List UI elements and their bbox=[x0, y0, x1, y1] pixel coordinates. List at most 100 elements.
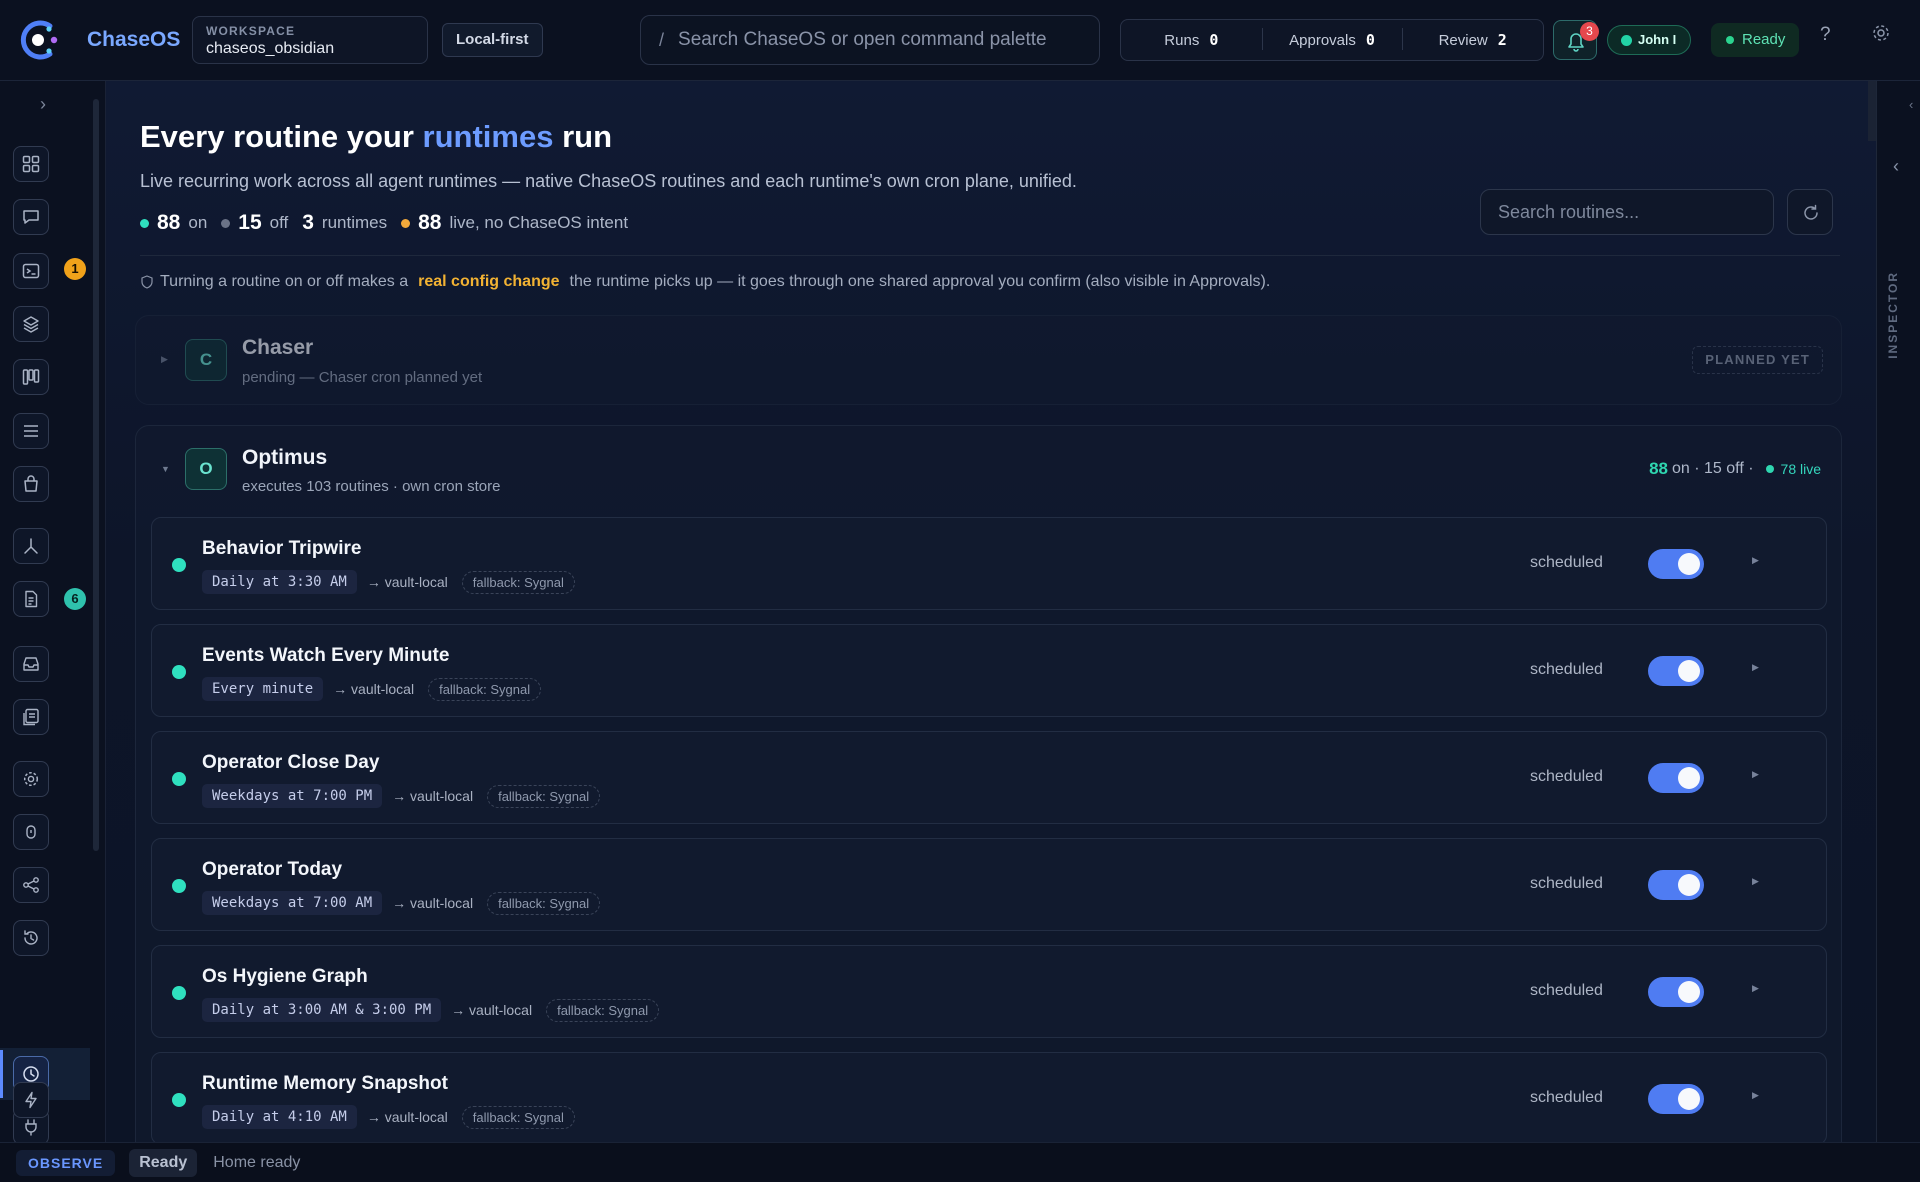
inbox-icon bbox=[23, 657, 39, 671]
chevron-right-icon[interactable]: ▶ bbox=[161, 354, 168, 365]
runtime-subtitle: executes 103 routines · own cron store bbox=[242, 478, 501, 495]
inspector-expand-icon[interactable]: ‹ bbox=[1893, 156, 1899, 177]
workspace-selector[interactable]: WORKSPACE chaseos_obsidian bbox=[192, 16, 428, 64]
routine-toggle[interactable] bbox=[1648, 656, 1704, 686]
header-divider bbox=[140, 255, 1840, 256]
chat-icon bbox=[23, 210, 39, 224]
layers-icon bbox=[23, 316, 39, 333]
lightning-icon bbox=[25, 1091, 37, 1109]
stat-off-count: 15 bbox=[238, 211, 262, 234]
on-dot-icon bbox=[140, 218, 149, 228]
help-icon[interactable]: ? bbox=[1820, 24, 1831, 46]
toggle-knob bbox=[1678, 981, 1700, 1003]
rail-dashboard[interactable] bbox=[13, 146, 49, 182]
routine-status-dot bbox=[172, 558, 186, 572]
rail-list[interactable] bbox=[13, 413, 49, 449]
user-menu[interactable]: John I bbox=[1607, 25, 1692, 55]
routine-name[interactable]: Operator Today bbox=[202, 859, 342, 881]
workspace-label: WORKSPACE bbox=[206, 24, 296, 38]
toggle-knob bbox=[1678, 767, 1700, 789]
rail-chat[interactable] bbox=[13, 199, 49, 235]
toggle-knob bbox=[1678, 660, 1700, 682]
rail-documents[interactable] bbox=[13, 581, 49, 617]
rail-board[interactable] bbox=[13, 359, 49, 395]
routine-name[interactable]: Operator Close Day bbox=[202, 752, 379, 774]
counter-runs[interactable]: Runs 0 bbox=[1121, 31, 1262, 49]
list-icon bbox=[24, 425, 38, 437]
rail-security[interactable] bbox=[13, 814, 49, 850]
routine-toggle[interactable] bbox=[1648, 977, 1704, 1007]
runtime-live-count: 78 live bbox=[1766, 461, 1821, 477]
rail-inbox[interactable] bbox=[13, 646, 49, 682]
command-search[interactable]: / Search ChaseOS or open command palette bbox=[640, 15, 1100, 65]
chaseos-logo-icon[interactable] bbox=[16, 16, 64, 64]
counter-approvals-value: 0 bbox=[1365, 31, 1375, 49]
routine-state: scheduled bbox=[1530, 768, 1603, 785]
counter-approvals[interactable]: Approvals 0 bbox=[1261, 28, 1403, 50]
mode-badge[interactable]: OBSERVE bbox=[16, 1149, 116, 1176]
stat-off-label: off bbox=[269, 213, 289, 232]
rail-settings[interactable] bbox=[13, 761, 49, 797]
routine-fallback: fallback: Sygnal bbox=[487, 891, 601, 915]
chevron-right-icon[interactable]: ▶ bbox=[1752, 555, 1759, 566]
routine-name[interactable]: Os Hygiene Graph bbox=[202, 966, 368, 988]
rail-terminal[interactable] bbox=[13, 253, 49, 289]
rail-layers[interactable] bbox=[13, 306, 49, 342]
routine-toggle[interactable] bbox=[1648, 763, 1704, 793]
rail-documents-badge: 6 bbox=[64, 588, 86, 610]
routine-name[interactable]: Runtime Memory Snapshot bbox=[202, 1073, 448, 1095]
rail-notes[interactable] bbox=[13, 699, 49, 735]
runtime-subtitle: pending — Chaser cron planned yet bbox=[242, 369, 483, 386]
routine-name[interactable]: Behavior Tripwire bbox=[202, 538, 361, 560]
routine-row[interactable]: Operator Today Weekdays at 7:00 AM → vault… bbox=[151, 838, 1827, 931]
routine-row[interactable]: Operator Close Day Weekdays at 7:00 PM → v… bbox=[151, 731, 1827, 824]
routine-status-dot bbox=[172, 665, 186, 679]
rail-automations[interactable] bbox=[13, 1082, 49, 1118]
main-scrollbar[interactable] bbox=[1868, 81, 1876, 141]
cog-icon bbox=[23, 771, 39, 787]
local-first-badge[interactable]: Local-first bbox=[442, 23, 543, 57]
routine-toggle[interactable] bbox=[1648, 870, 1704, 900]
rail-scrollbar[interactable] bbox=[93, 99, 99, 851]
toggle-knob bbox=[1678, 553, 1700, 575]
routine-stats: 88 on 15 off 3 runtimes 88 live, no ChaseOS … bbox=[140, 211, 642, 235]
refresh-button[interactable] bbox=[1787, 189, 1833, 235]
fork-icon bbox=[24, 538, 38, 554]
rail-share[interactable] bbox=[13, 867, 49, 903]
history-icon bbox=[24, 930, 38, 945]
rail-history[interactable] bbox=[13, 920, 49, 956]
routine-row[interactable]: Events Watch Every Minute Every minute → v… bbox=[151, 624, 1827, 717]
routine-meta: Daily at 4:10 AM → vault-local fallback: S… bbox=[202, 1105, 575, 1129]
chevron-down-icon[interactable]: ▼ bbox=[161, 464, 170, 474]
runtime-card-chaser[interactable]: ▶ C Chaser pending — Chaser cron planned… bbox=[135, 315, 1842, 405]
routine-row[interactable]: Behavior Tripwire Daily at 3:30 AM → vault… bbox=[151, 517, 1827, 610]
counter-review[interactable]: Review 2 bbox=[1402, 28, 1543, 50]
routine-toggle[interactable] bbox=[1648, 1084, 1704, 1114]
chevron-right-icon[interactable]: ▶ bbox=[1752, 983, 1759, 994]
routine-row[interactable]: Os Hygiene Graph Daily at 3:00 AM & 3:00 … bbox=[151, 945, 1827, 1038]
settings-gear-icon[interactable] bbox=[1870, 22, 1892, 44]
kanban-icon bbox=[22, 369, 40, 385]
rail-expand-icon[interactable]: › bbox=[40, 94, 46, 115]
chevron-right-icon[interactable]: ▶ bbox=[1752, 1090, 1759, 1101]
collapse-edge-icon[interactable]: ‹ bbox=[1909, 97, 1913, 112]
off-dot-icon bbox=[221, 218, 231, 228]
notes-icon bbox=[23, 708, 39, 726]
routines-page: Every routine your runtimes run Live rec… bbox=[106, 81, 1876, 1142]
routine-row[interactable]: Runtime Memory Snapshot Daily at 4:10 AM →… bbox=[151, 1052, 1827, 1142]
routine-name[interactable]: Events Watch Every Minute bbox=[202, 645, 449, 667]
routine-state: scheduled bbox=[1530, 554, 1603, 571]
chevron-right-icon[interactable]: ▶ bbox=[1752, 662, 1759, 673]
chevron-right-icon[interactable]: ▶ bbox=[1752, 876, 1759, 887]
rail-branches[interactable] bbox=[13, 528, 49, 564]
notice-highlight: real config change bbox=[418, 273, 560, 290]
runtime-name[interactable]: Optimus bbox=[242, 446, 327, 470]
routine-search-input[interactable] bbox=[1480, 189, 1774, 235]
document-icon bbox=[25, 590, 38, 608]
brand-name: ChaseOS bbox=[87, 28, 181, 51]
routine-toggle[interactable] bbox=[1648, 549, 1704, 579]
rail-shop[interactable] bbox=[13, 466, 49, 502]
stat-on-count: 88 bbox=[157, 211, 181, 234]
chevron-right-icon[interactable]: ▶ bbox=[1752, 769, 1759, 780]
counter-review-label: Review bbox=[1438, 32, 1488, 49]
